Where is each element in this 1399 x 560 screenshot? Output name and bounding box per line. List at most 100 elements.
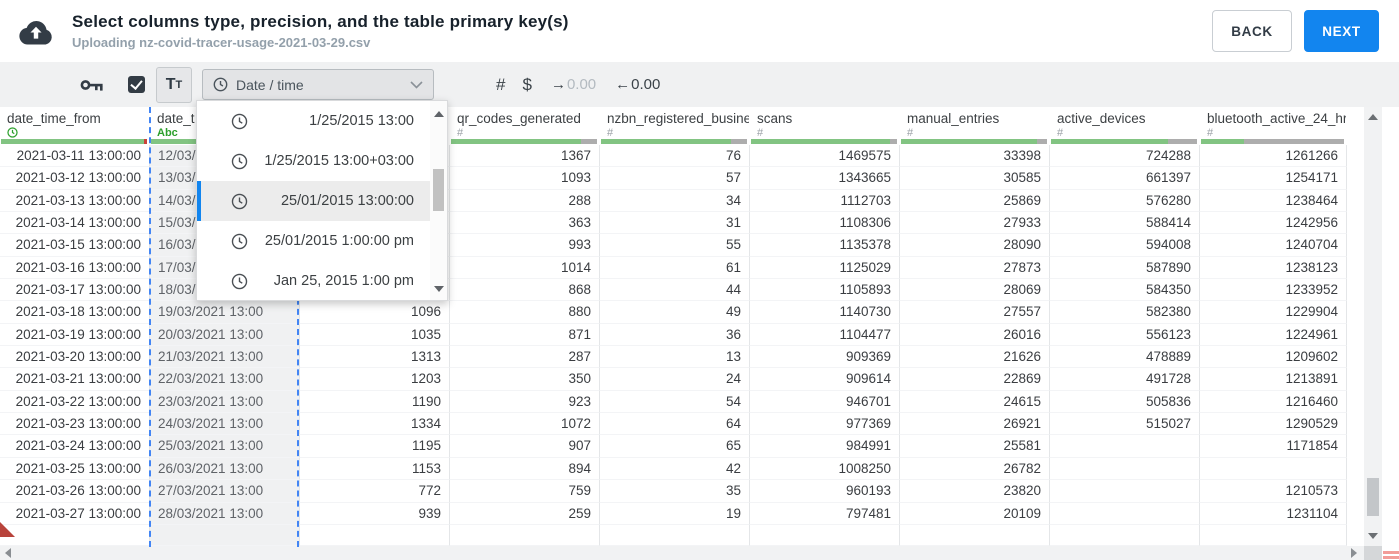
table-cell: 587890 <box>1050 256 1200 280</box>
back-button[interactable]: BACK <box>1212 10 1292 52</box>
clock-icon <box>231 273 248 289</box>
table-cell: 505836 <box>1050 390 1200 414</box>
table-cell: 28/03/2021 13:00 <box>150 502 300 525</box>
date-format-option[interactable]: 1/25/2015 13:00 <box>197 101 430 141</box>
table-row: 2021-03-22 13:00:00 23/03/2021 13:00 1190 9… <box>0 390 1364 414</box>
topbar: Select columns type, precision, and the … <box>0 0 1399 62</box>
table-cell <box>150 524 300 546</box>
table-cell: 1210573 <box>1200 480 1347 503</box>
table-cell: 1242956 <box>1200 212 1347 235</box>
scroll-up-icon[interactable] <box>434 111 444 117</box>
table-cell: 1254171 <box>1200 167 1347 190</box>
table-cell: 54 <box>600 390 750 414</box>
table-cell: 1229904 <box>1200 301 1347 324</box>
clock-icon <box>231 153 248 170</box>
increase-decimal-button[interactable]: → 0.00 <box>551 76 596 93</box>
column-header-manual_entries[interactable]: manual_entries # <box>900 107 1050 145</box>
table-cell: 30585 <box>900 167 1050 190</box>
table-cell: 1104477 <box>750 323 900 347</box>
table-cell: 61 <box>600 256 750 280</box>
column-header-scans[interactable]: scans # <box>750 107 900 145</box>
table-cell: 2021-03-12 13:00:00 <box>0 167 150 190</box>
column-name: bluetooth_active_24_hr_ <box>1207 111 1347 126</box>
table-cell: 24615 <box>900 390 1050 414</box>
table-cell: 584350 <box>1050 279 1200 302</box>
table-cell <box>300 524 450 546</box>
page-title: Select columns type, precision, and the … <box>72 12 569 31</box>
table-cell: 1096 <box>300 301 450 324</box>
column-header-date_time_from[interactable]: date_time_from <box>0 107 150 145</box>
date-format-option[interactable]: Jan 25, 2015 1:00 pm <box>197 261 430 301</box>
table-row: 2021-03-25 13:00:00 26/03/2021 13:00 1153 8… <box>0 457 1364 481</box>
column-header-qr_codes_generated[interactable]: qr_codes_generated # <box>450 107 600 145</box>
scroll-down-icon[interactable] <box>434 286 444 292</box>
text-type-button[interactable]: TT <box>156 66 192 103</box>
column-name: date_time_from <box>7 111 101 126</box>
table-cell: 1231104 <box>1200 502 1347 525</box>
table-cell: 1343665 <box>750 167 900 190</box>
table-cell <box>1200 524 1347 546</box>
table-cell: 26/03/2021 13:00 <box>150 457 300 481</box>
next-button[interactable]: NEXT <box>1304 10 1379 52</box>
table-cell: 515027 <box>1050 413 1200 436</box>
include-column-checkbox[interactable] <box>128 76 145 93</box>
table-cell: 1035 <box>300 323 450 347</box>
vertical-scrollbar[interactable] <box>1364 107 1382 546</box>
table-row: 2021-03-24 13:00:00 25/03/2021 13:00 1195 9… <box>0 435 1364 458</box>
table-cell: 2021-03-21 13:00:00 <box>0 368 150 391</box>
table-cell: 64 <box>600 413 750 436</box>
clock-icon <box>231 273 248 290</box>
table-cell: 25581 <box>900 435 1050 458</box>
scroll-down-icon[interactable] <box>1368 533 1378 539</box>
table-cell <box>1050 480 1200 503</box>
horizontal-scrollbar[interactable] <box>0 546 1364 560</box>
table-cell: 26782 <box>900 457 1050 481</box>
decrease-decimal-button[interactable]: ← 0.00 <box>615 76 660 93</box>
scroll-right-icon[interactable] <box>1351 548 1357 558</box>
currency-type-button[interactable]: $ <box>522 75 531 95</box>
table-cell: 1224961 <box>1200 323 1347 347</box>
date-format-option[interactable]: 25/01/2015 13:00:00 <box>197 181 430 221</box>
date-format-option-label: 25/01/2015 1:00:00 pm <box>264 233 414 249</box>
primary-key-icon[interactable] <box>80 77 104 93</box>
column-quality-bar <box>1051 139 1197 144</box>
table-cell: 1014 <box>450 256 600 280</box>
clock-icon <box>231 233 248 250</box>
scroll-up-icon[interactable] <box>1368 114 1378 120</box>
table-cell: 1213891 <box>1200 368 1347 391</box>
table-cell: 1469575 <box>750 145 900 168</box>
date-format-option[interactable]: 1/25/2015 13:00+03:00 <box>197 141 430 181</box>
table-cell: 25/03/2021 13:00 <box>150 435 300 458</box>
table-cell: 19/03/2021 13:00 <box>150 301 300 324</box>
table-cell: 13 <box>600 346 750 369</box>
table-cell: 44 <box>600 279 750 302</box>
table-cell: 36 <box>600 323 750 347</box>
table-cell: 907 <box>450 435 600 458</box>
scroll-left-icon[interactable] <box>5 548 11 558</box>
column-header-nzbn_registered_busine[interactable]: nzbn_registered_busine # <box>600 107 750 145</box>
table-cell: 868 <box>450 279 600 302</box>
table-cell: 2021-03-22 13:00:00 <box>0 390 150 414</box>
clock-icon <box>213 77 228 92</box>
vertical-scroll-thumb[interactable] <box>1367 478 1379 516</box>
dropdown-scrollbar[interactable] <box>430 101 447 300</box>
column-name: scans <box>757 111 793 126</box>
table-cell: 939 <box>300 502 450 525</box>
table-cell: 1290529 <box>1200 413 1347 436</box>
column-header-active_devices[interactable]: active_devices # <box>1050 107 1200 145</box>
table-cell <box>450 524 600 546</box>
date-format-option[interactable]: 25/01/2015 1:00:00 pm <box>197 221 430 261</box>
table-cell: 31 <box>600 212 750 235</box>
table-cell <box>1050 524 1200 546</box>
column-header-bluetooth_active_24_hr_[interactable]: bluetooth_active_24_hr_ # <box>1200 107 1347 145</box>
table-row <box>0 524 1364 546</box>
column-type-select[interactable]: Date / time <box>202 69 434 100</box>
resize-grip[interactable] <box>1383 551 1399 560</box>
clock-icon <box>231 233 248 249</box>
table-cell: 2021-03-13 13:00:00 <box>0 189 150 213</box>
number-type-button[interactable]: # <box>496 75 505 95</box>
table-cell: 25869 <box>900 189 1050 213</box>
table-cell: 2021-03-27 13:00:00 <box>0 502 150 525</box>
dropdown-scroll-thumb[interactable] <box>433 169 444 211</box>
clock-icon <box>231 113 248 129</box>
